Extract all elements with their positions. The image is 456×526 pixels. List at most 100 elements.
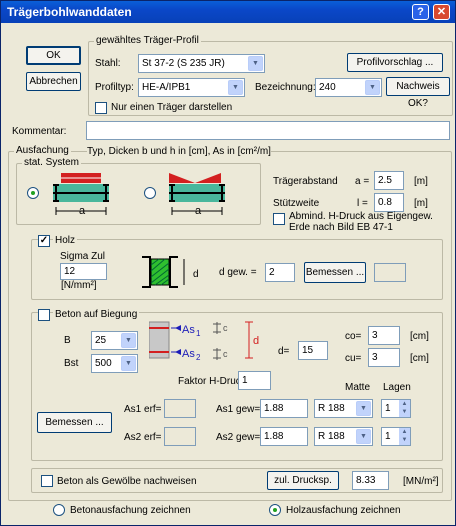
as2-label: As — [182, 348, 195, 360]
single-beam-checkbox[interactable] — [95, 102, 107, 114]
min-pressure-label-2: Erde nach Bild EB 47-1 — [289, 222, 393, 233]
close-button[interactable]: ✕ — [433, 4, 450, 20]
sigma-input[interactable]: 12 — [60, 263, 107, 280]
concrete-dimension-button[interactable]: Bemessen ... — [37, 412, 112, 433]
chevron-down-icon: ▼ — [121, 333, 136, 348]
arch-label: Beton als Gewölbe nachweisen — [57, 476, 197, 487]
chevron-down-icon: ▼ — [365, 80, 380, 95]
co-input[interactable]: 3 — [368, 326, 400, 345]
spacing-eq: a = — [355, 176, 370, 187]
b-label: B — [64, 335, 71, 346]
d-gew-input[interactable]: 2 — [265, 263, 295, 282]
wood-section-figure — [142, 256, 185, 288]
spin-arrows-icon[interactable]: ▲ ▼ — [399, 400, 410, 417]
window-title: Trägerbohlwanddaten — [7, 5, 132, 19]
system-simple-radio[interactable] — [27, 187, 39, 199]
draw-wood-label: Holzausfachung zeichnen — [286, 505, 401, 516]
matte1-select[interactable]: R 188 ▼ — [314, 399, 373, 418]
lining-units-note: Typ, Dicken b und h in [cm], As in [cm²/… — [87, 146, 271, 157]
cancel-button[interactable]: Abbrechen — [26, 72, 81, 91]
sigma-unit: [N/mm²] — [61, 280, 97, 291]
matte-header: Matte — [345, 382, 371, 393]
continuous-beam-figure: a — [169, 173, 225, 217]
lining-group-label: Ausfachung — [14, 145, 71, 156]
as2-sub: 2 — [196, 353, 201, 362]
span-input[interactable]: 0.8 — [374, 193, 404, 212]
cu-input[interactable]: 3 — [368, 348, 400, 367]
b-select[interactable]: 25 ▼ — [91, 331, 138, 350]
as1-gew-input[interactable]: 1.88 — [260, 399, 308, 418]
spacing-input[interactable]: 2.5 — [374, 171, 404, 190]
co-label: co= — [345, 331, 362, 342]
sigma-label: Sigma Zul — [60, 251, 106, 262]
allowable-stress-unit: [MN/m²] — [403, 476, 439, 487]
arch-checkbox[interactable] — [41, 475, 53, 487]
comment-input[interactable] — [86, 121, 450, 140]
profile-suggest-button[interactable]: Profilvorschlag ... — [347, 53, 443, 72]
as2-erf-label: As2 erf= — [124, 432, 162, 443]
ok-button[interactable]: OK — [26, 46, 81, 65]
wood-checkbox[interactable]: ✓ — [38, 235, 50, 247]
min-pressure-checkbox[interactable] — [273, 213, 285, 225]
as2-gew-input[interactable]: 1.88 — [260, 427, 308, 446]
spin-arrows-icon[interactable]: ▲ ▼ — [399, 428, 410, 445]
bst-select[interactable]: 500 ▼ — [91, 354, 138, 373]
cu-label: cu= — [345, 353, 362, 364]
as2-gew-label: As2 gew= — [216, 432, 261, 443]
profile-type-select[interactable]: HE-A/IPB1 ▼ — [138, 78, 245, 97]
dialog-window: Trägerbohlwanddaten ? ✕ OK Abbrechen gew… — [0, 0, 456, 526]
co-unit: [cm] — [410, 331, 429, 342]
chevron-down-icon: ▼ — [121, 356, 136, 371]
steel-select[interactable]: St 37-2 (S 235 JR) ▼ — [138, 54, 265, 73]
help-button[interactable]: ? — [412, 4, 429, 20]
draw-concrete-radio[interactable] — [53, 504, 65, 516]
co-dim-label: c — [223, 323, 228, 333]
matte1-value: R 188 — [318, 403, 345, 414]
designation-value: 240 — [319, 82, 336, 93]
wood-label: Holz — [53, 235, 78, 246]
d-dim-label: d — [253, 335, 259, 347]
designation-select[interactable]: 240 ▼ — [315, 78, 382, 97]
concrete-checkbox[interactable] — [38, 309, 50, 321]
lagen-header: Lagen — [383, 382, 411, 393]
system-group-label: stat. System — [22, 157, 82, 168]
cu-dim-label: c — [223, 349, 228, 359]
simple-beam-figure: a — [53, 173, 109, 217]
matte2-select[interactable]: R 188 ▼ — [314, 427, 373, 446]
span-unit: [m] — [414, 198, 428, 209]
spacing-unit: [m] — [414, 176, 428, 187]
profile-type-label: Profiltyp: — [95, 82, 134, 93]
cu-unit: [cm] — [410, 353, 429, 364]
as1-gew-label: As1 gew= — [216, 404, 261, 415]
title-bar[interactable]: Trägerbohlwanddaten — [1, 1, 455, 23]
allowable-stress-button[interactable]: zul. Drucksp. — [267, 471, 339, 490]
lagen2-spinner[interactable]: 1 ▲ ▼ — [381, 427, 411, 446]
wood-result-field — [374, 263, 406, 282]
system-continuous-radio[interactable] — [144, 187, 156, 199]
dim-a-label: a — [195, 205, 202, 217]
dim-a-label: a — [79, 205, 86, 217]
triangle-load — [169, 173, 221, 183]
min-pressure-label: Abmind. H-Druck aus Eigengew. — [289, 211, 433, 222]
as1-sub: 1 — [196, 329, 201, 338]
wood-d-label: d — [193, 269, 199, 280]
b-value: 25 — [95, 335, 107, 346]
check-button[interactable]: Nachweis OK? — [386, 77, 450, 109]
chevron-down-icon: ▼ — [248, 56, 263, 71]
lagen1-spinner[interactable]: 1 ▲ ▼ — [381, 399, 411, 418]
bst-label: Bst — [64, 358, 79, 369]
profile-group-label: gewähltes Träger-Profil — [94, 35, 201, 46]
draw-concrete-label: Betonausfachung zeichnen — [70, 505, 191, 516]
wood-dimension-button[interactable]: Bemessen ... — [304, 262, 366, 283]
profile-type-value: HE-A/IPB1 — [142, 82, 191, 93]
matte2-value: R 188 — [318, 431, 345, 442]
lagen2-value: 1 — [385, 431, 391, 442]
draw-wood-radio[interactable] — [269, 504, 281, 516]
factor-input[interactable]: 1 — [238, 371, 271, 390]
concrete-d-input[interactable]: 15 — [298, 341, 328, 360]
chevron-down-icon: ▼ — [356, 429, 371, 444]
spacing-label: Trägerabstand — [273, 176, 338, 187]
chevron-down-icon: ▼ — [228, 80, 243, 95]
allowable-stress-input[interactable]: 8.33 — [352, 471, 389, 490]
d-gew-label: d gew. = — [219, 267, 257, 278]
